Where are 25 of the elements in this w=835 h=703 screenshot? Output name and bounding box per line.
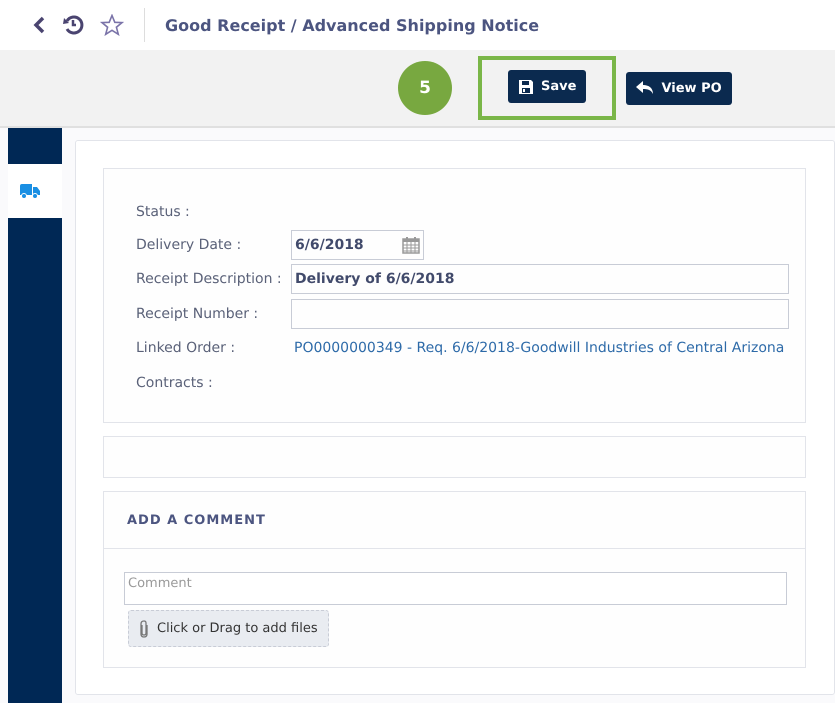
attach-files-button[interactable]: Click or Drag to add files (128, 610, 329, 647)
field-label: Delivery Date : (136, 236, 242, 253)
truck-icon (20, 183, 40, 199)
page-title: Good Receipt / Advanced Shipping Notice (165, 16, 540, 34)
date-field[interactable]: 6/6/2018 (291, 230, 424, 260)
input-field[interactable] (291, 298, 789, 329)
section-title: ADD A COMMENT (127, 512, 266, 528)
comment-field[interactable]: Comment (124, 572, 787, 605)
field-label: Receipt Number : (136, 306, 260, 322)
field-label: Receipt Description : (136, 271, 283, 288)
back-icon[interactable] (32, 16, 46, 34)
order-link[interactable]: PO0000000349 - Req. 6/6/2018-Goodwill Industries of Central Arizona (291, 340, 784, 356)
history-icon[interactable] (62, 14, 84, 36)
field-label: Linked Order : (136, 340, 236, 356)
save-button[interactable]: Save (508, 70, 586, 103)
star-icon[interactable] (100, 14, 124, 36)
paperclip-icon (139, 620, 149, 638)
sidebar-tab[interactable] (8, 164, 62, 218)
reply-arrow-icon (636, 81, 654, 95)
view-po-button[interactable]: View PO (626, 72, 732, 104)
calendar-icon (402, 236, 420, 254)
field-label: Contracts : (136, 374, 214, 391)
field-label: Status : (136, 204, 191, 220)
input-field[interactable]: Delivery of 6/6/2018 (291, 264, 789, 294)
step-badge: 5 (398, 61, 452, 115)
